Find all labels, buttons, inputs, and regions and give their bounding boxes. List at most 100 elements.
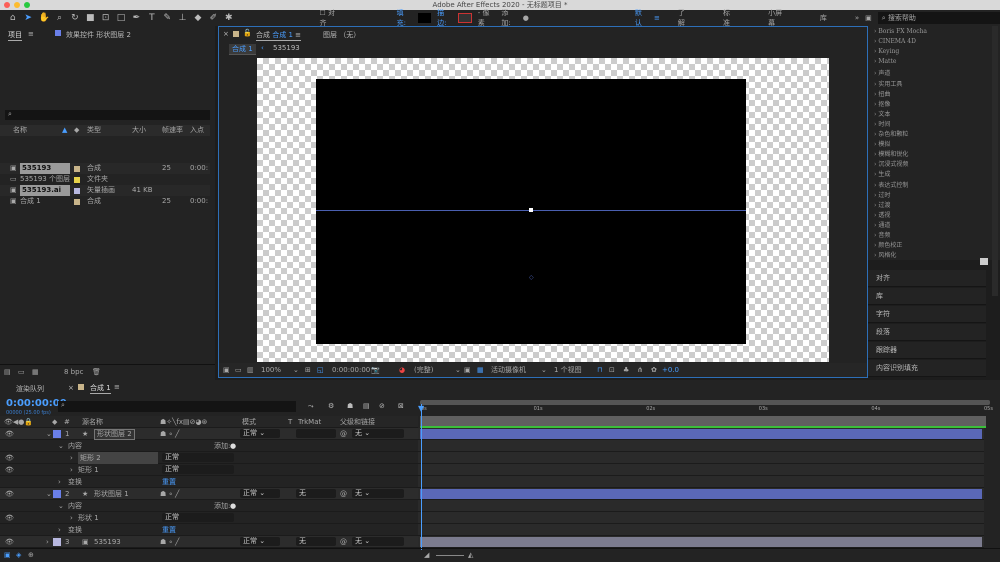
layer-switches-icons[interactable]: ☗ ∘ ╱ bbox=[160, 428, 179, 440]
twirl-open-icon[interactable]: ⌄ bbox=[58, 440, 64, 452]
effect-category[interactable]: › Boris FX Mocha bbox=[874, 28, 927, 35]
reset-link[interactable]: 重置 bbox=[162, 524, 176, 536]
effect-category[interactable]: › 实用工具 bbox=[874, 79, 902, 88]
effect-category[interactable]: › 表达式控制 bbox=[874, 180, 908, 189]
effect-category[interactable]: › 扭曲 bbox=[874, 89, 890, 98]
tab-layer[interactable]: 图层 （无） bbox=[323, 30, 360, 40]
add-label[interactable]: 添加: bbox=[501, 8, 516, 28]
twirl-icon[interactable]: › bbox=[70, 464, 73, 476]
transform-group[interactable]: 变换 bbox=[68, 524, 82, 536]
layer-duration-bar[interactable] bbox=[420, 537, 982, 547]
workspace-libraries[interactable]: 库 bbox=[820, 13, 827, 23]
shape-group-name[interactable]: 矩形 2 bbox=[78, 452, 158, 464]
timeline-menu-icon[interactable]: ≡ bbox=[114, 383, 120, 391]
clone-stamp-tool-icon[interactable]: ⊥ bbox=[178, 13, 187, 23]
always-preview-icon[interactable]: ▣ bbox=[223, 363, 230, 377]
project-item[interactable]: ▣ 合成 1 合成 25 0:00: bbox=[0, 196, 210, 207]
reset-exposure-icon[interactable]: ⊡ bbox=[609, 363, 615, 377]
property-row[interactable]: 👁 › 矩形 2 正常 bbox=[0, 452, 418, 464]
tab-timeline-comp[interactable]: 合成 1 bbox=[90, 383, 111, 394]
effect-category[interactable]: › 时间 bbox=[874, 119, 890, 128]
twirl-icon[interactable]: › bbox=[70, 452, 73, 464]
bpc-button[interactable]: 8 bpc bbox=[64, 368, 83, 376]
parent-dropdown[interactable]: 无 ⌄ bbox=[352, 489, 404, 498]
visibility-eye-icon[interactable]: 👁 bbox=[5, 488, 14, 500]
grid-icon[interactable]: ⊞ bbox=[305, 363, 311, 377]
property-row[interactable]: 👁 › 形状 1 正常 bbox=[0, 512, 418, 524]
layer-switches-icons[interactable]: ☗ ∘ ╱ bbox=[160, 536, 179, 548]
label-swatch[interactable] bbox=[74, 177, 80, 183]
twirl-icon[interactable]: › bbox=[46, 536, 49, 548]
draft-3d-icon[interactable]: ⚙ bbox=[328, 402, 334, 410]
pan-behind-tool-icon[interactable]: ⊡ bbox=[101, 13, 110, 23]
col-name[interactable]: 名称 bbox=[13, 125, 27, 136]
property-row[interactable]: › 变换 重置 bbox=[0, 476, 418, 488]
breadcrumb-arrow-icon[interactable]: ‹ bbox=[261, 44, 264, 52]
layer-row[interactable]: 👁 ⌄ 2 ★ 形状图层 1 ☗ ∘ ╱ 正常 ⌄ 无 @ 无 ⌄ bbox=[0, 488, 418, 500]
layer-duration-bar[interactable] bbox=[420, 489, 982, 499]
side-panel-1[interactable]: 库 bbox=[868, 288, 986, 305]
roto-brush-tool-icon[interactable]: ✐ bbox=[209, 13, 218, 23]
align-checkbox[interactable]: ☐ 对齐 bbox=[319, 8, 340, 28]
breadcrumb-535193[interactable]: 535193 bbox=[273, 44, 300, 52]
eraser-tool-icon[interactable]: ◆ bbox=[193, 13, 202, 23]
selection-tool-icon[interactable]: ➤ bbox=[23, 13, 32, 23]
modes-toggle-icon[interactable]: ◈ bbox=[16, 551, 21, 559]
workspace-small-screen[interactable]: 小屏幕 bbox=[768, 8, 788, 28]
new-preset-icon[interactable] bbox=[980, 258, 988, 265]
reset-link[interactable]: 重置 bbox=[162, 476, 176, 488]
property-row[interactable]: › 变换 重置 bbox=[0, 524, 418, 536]
tree-icon[interactable]: ⋔ bbox=[637, 363, 643, 377]
visibility-eye-icon[interactable]: 👁 bbox=[5, 464, 14, 476]
twirl-icon[interactable]: ⌄ bbox=[46, 488, 52, 500]
zoom-out-icon[interactable]: ◢ bbox=[424, 551, 429, 559]
trkmat-dropdown[interactable]: 无 bbox=[296, 489, 336, 498]
contents-group[interactable]: 内容 bbox=[68, 440, 82, 452]
trkmat-dropdown[interactable] bbox=[296, 429, 336, 438]
visibility-eye-icon[interactable]: 👁 bbox=[5, 428, 14, 440]
workspace-standard[interactable]: 标准 bbox=[723, 8, 736, 28]
minimize-button[interactable] bbox=[14, 2, 20, 8]
transform-group[interactable]: 变换 bbox=[68, 476, 82, 488]
effect-category[interactable]: › Matte bbox=[874, 58, 896, 65]
stroke-swatch[interactable] bbox=[458, 13, 472, 23]
add-icon[interactable]: ● bbox=[523, 14, 529, 22]
workspace-default[interactable]: 默认 bbox=[635, 8, 648, 28]
effect-category[interactable]: › 生成 bbox=[874, 169, 890, 178]
hand-tool-icon[interactable]: ✋ bbox=[39, 13, 50, 23]
timeline-search-input[interactable]: ⌕ bbox=[58, 401, 296, 412]
side-panel-3[interactable]: 段落 bbox=[868, 324, 986, 341]
close-timeline-tab-icon[interactable]: × bbox=[68, 384, 74, 392]
motion-blur-icon[interactable]: ⊘ bbox=[379, 402, 385, 410]
layer-mode-dropdown[interactable]: 正常 ⌄ bbox=[240, 489, 280, 498]
layer-switches-icons[interactable]: ☗ ∘ ╱ bbox=[160, 488, 179, 500]
contents-group[interactable]: 内容 bbox=[68, 500, 82, 512]
header-source-name[interactable]: 源名称 bbox=[82, 416, 103, 428]
layer-row[interactable]: 👁 ⌄ 1 ★ 形状图层 2 ☗ ∘ ╱ 正常 ⌄ @ 无 ⌄ bbox=[0, 428, 418, 440]
effect-category[interactable]: › 模糊和锐化 bbox=[874, 149, 908, 158]
property-row[interactable]: 👁 › 矩形 1 正常 bbox=[0, 464, 418, 476]
layer-name[interactable]: 形状图层 2 bbox=[94, 429, 135, 440]
layer-row[interactable]: 👁 › 3 ▣ 535193 ☗ ∘ ╱ 正常 ⌄ 无 @ 无 ⌄ bbox=[0, 536, 418, 548]
anchor-point-icon[interactable]: ◇ bbox=[529, 274, 534, 281]
work-area-navigator[interactable] bbox=[420, 400, 990, 405]
pick-whip-icon[interactable]: @ bbox=[340, 536, 347, 548]
brush-tool-icon[interactable]: ✎ bbox=[163, 13, 172, 23]
pen-tool-icon[interactable]: ✒ bbox=[132, 13, 141, 23]
rectangle-tool-icon[interactable]: □ bbox=[116, 13, 126, 23]
color-channel-icon[interactable]: ◕ bbox=[399, 363, 405, 377]
timeline-zoom-slider[interactable] bbox=[436, 555, 464, 556]
work-area-bar[interactable] bbox=[420, 416, 986, 426]
effect-category[interactable]: › 沉浸式视频 bbox=[874, 159, 908, 168]
twirl-icon[interactable]: › bbox=[70, 512, 73, 524]
close-button[interactable] bbox=[4, 2, 10, 8]
property-row[interactable]: ⌄ 内容 添加: ● bbox=[0, 440, 418, 452]
project-item[interactable]: ▭ 535193 个图层 文件夹 bbox=[0, 174, 210, 185]
add-label[interactable]: 添加: bbox=[214, 500, 230, 512]
effect-category[interactable]: › CINEMA 4D bbox=[874, 38, 916, 45]
tab-composition[interactable]: 合成 合成 1 ≡ bbox=[256, 30, 302, 41]
tab-project[interactable]: 项目 bbox=[8, 30, 22, 41]
text-tool-icon[interactable]: T bbox=[147, 13, 156, 23]
trkmat-dropdown[interactable]: 无 bbox=[296, 537, 336, 546]
col-type[interactable]: 类型 bbox=[87, 125, 101, 136]
